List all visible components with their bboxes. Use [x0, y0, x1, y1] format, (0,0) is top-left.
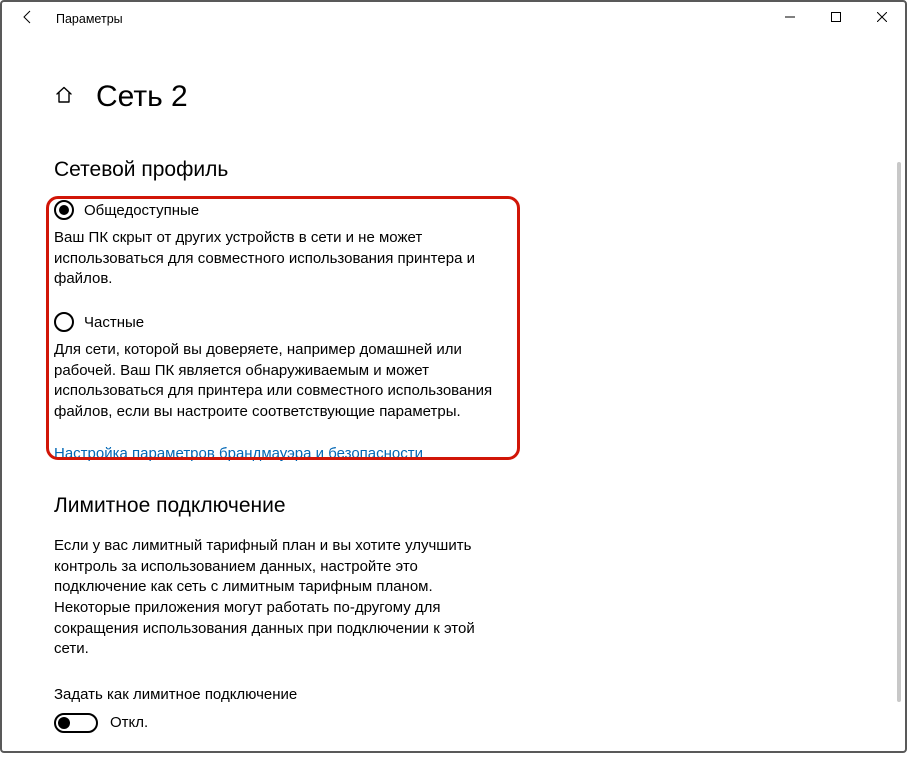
radio-private[interactable]	[54, 312, 74, 332]
home-icon[interactable]	[54, 85, 74, 110]
maximize-button[interactable]	[813, 2, 859, 32]
metered-toggle[interactable]	[54, 713, 98, 733]
close-button[interactable]	[859, 2, 905, 32]
section-title-metered: Лимитное подключение	[54, 494, 875, 518]
back-button[interactable]	[14, 9, 42, 30]
minimize-button[interactable]	[767, 2, 813, 32]
radio-private-desc: Для сети, которой вы доверяете, например…	[54, 340, 506, 423]
page-title: Сеть 2	[96, 80, 188, 114]
firewall-settings-link[interactable]: Настройка параметров брандмауэра и безоп…	[54, 445, 506, 462]
window-controls	[767, 2, 905, 32]
page-header: Сеть 2	[54, 80, 875, 114]
radio-option-public[interactable]: Общедоступные	[54, 200, 506, 220]
metered-toggle-caption: Задать как лимитное подключение	[54, 686, 875, 703]
metered-toggle-row: Откл.	[54, 713, 875, 733]
window-title: Параметры	[56, 12, 123, 26]
content-area: Сеть 2 Сетевой профиль Общедоступные Ваш…	[54, 80, 875, 733]
vertical-scrollbar[interactable]	[897, 162, 901, 702]
radio-public[interactable]	[54, 200, 74, 220]
radio-private-label: Частные	[84, 314, 144, 331]
radio-option-private[interactable]: Частные	[54, 312, 506, 332]
metered-toggle-state: Откл.	[110, 714, 148, 731]
section-title-profile: Сетевой профиль	[54, 158, 875, 182]
metered-desc: Если у вас лимитный тарифный план и вы х…	[54, 536, 506, 660]
settings-window: Параметры Сеть 2 Сетевой профиль Общедос…	[0, 0, 907, 753]
radio-public-label: Общедоступные	[84, 202, 199, 219]
radio-public-desc: Ваш ПК скрыт от других устройств в сети …	[54, 228, 506, 290]
